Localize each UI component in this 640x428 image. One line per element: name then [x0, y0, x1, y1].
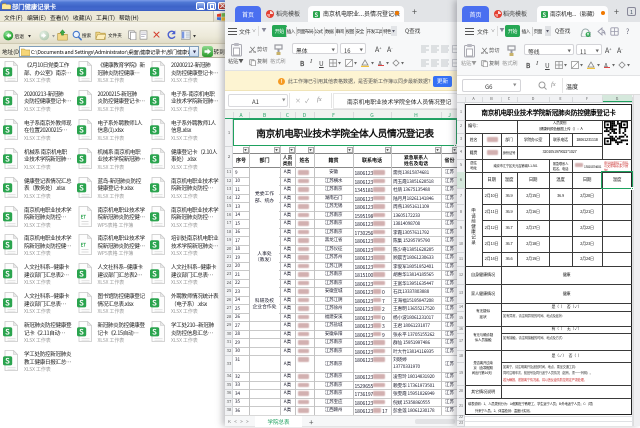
svg-text:S: S: [79, 153, 84, 164]
svg-text:S: S: [5, 67, 10, 78]
svg-text:S: S: [79, 269, 84, 280]
svg-text:S: S: [152, 124, 157, 135]
svg-text:S: S: [152, 298, 157, 309]
svg-text:S: S: [152, 327, 157, 338]
svg-text:S: S: [5, 327, 10, 338]
svg-text:S: S: [152, 211, 157, 222]
svg-text:S: S: [5, 153, 10, 164]
svg-text:S: S: [79, 124, 84, 135]
svg-text:S: S: [5, 240, 10, 251]
svg-text:S: S: [152, 269, 157, 280]
svg-text:S: S: [79, 95, 84, 106]
svg-text:S: S: [5, 269, 10, 280]
svg-text:S: S: [152, 153, 157, 164]
svg-text:S: S: [152, 240, 157, 251]
svg-text:S: S: [5, 211, 10, 222]
svg-text:S: S: [79, 182, 84, 193]
svg-text:S: S: [5, 124, 10, 135]
svg-text:ET: ET: [80, 242, 86, 249]
svg-text:S: S: [79, 298, 84, 309]
svg-text:S: S: [152, 182, 157, 193]
svg-text:S: S: [5, 95, 10, 106]
svg-text:S: S: [5, 298, 10, 309]
svg-text:S: S: [5, 182, 10, 193]
svg-text:S: S: [152, 95, 157, 106]
svg-text:S: S: [152, 67, 157, 78]
svg-text:S: S: [79, 327, 84, 338]
svg-text:ET: ET: [80, 213, 86, 220]
svg-text:S: S: [5, 356, 10, 367]
svg-text:S: S: [79, 67, 84, 78]
